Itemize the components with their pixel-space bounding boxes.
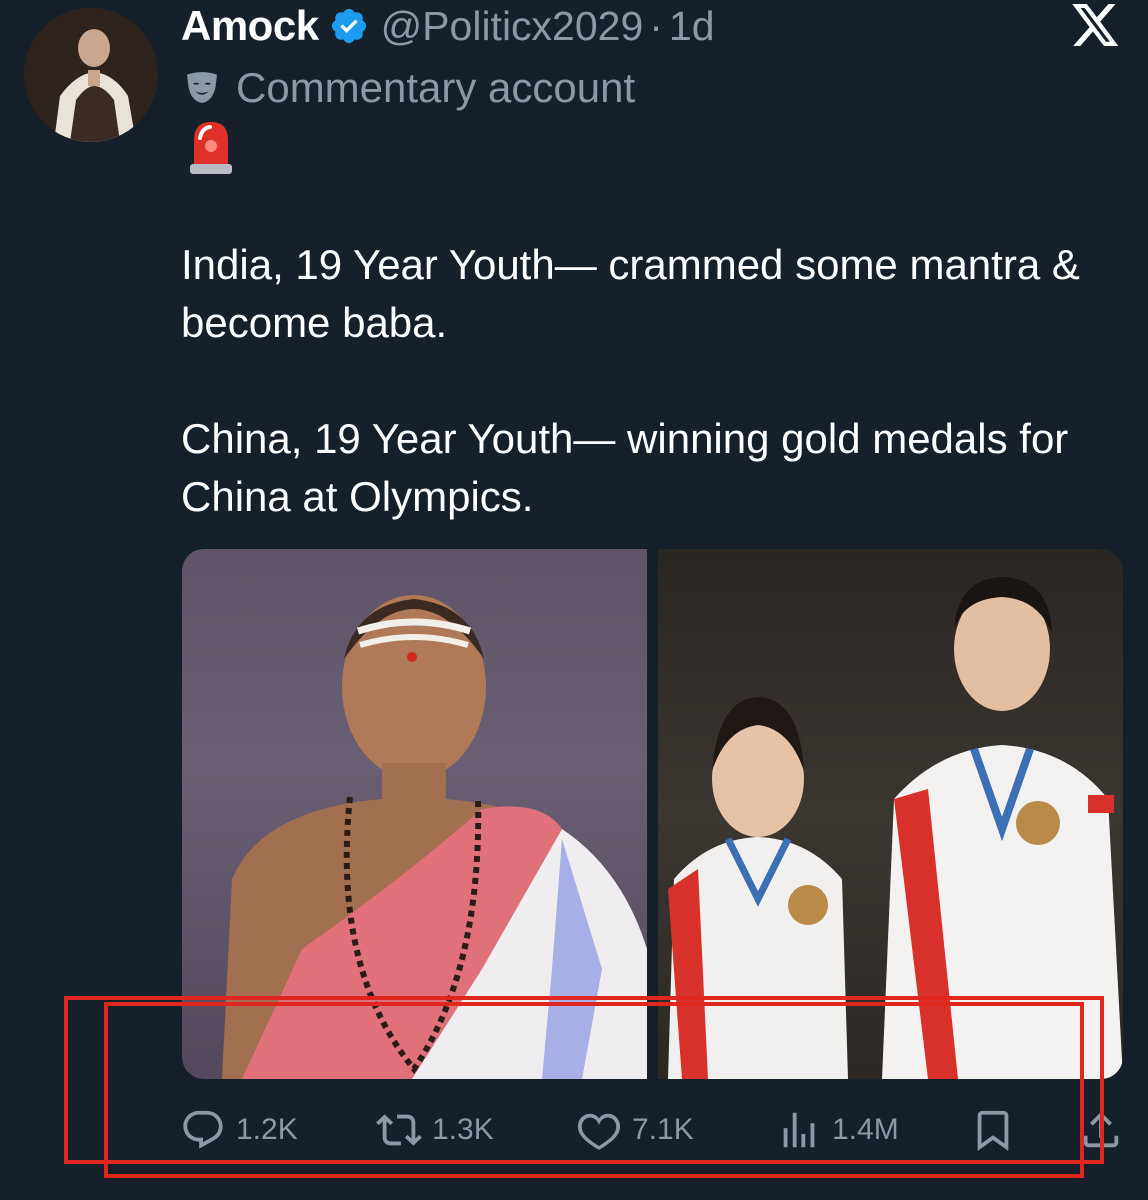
tweet-text: India, 19 Year Youth— crammed some mantr… bbox=[181, 236, 1131, 526]
siren-icon bbox=[186, 118, 236, 176]
avatar-photo bbox=[24, 8, 158, 142]
tweet-header: Amock @Politicx2029 · 1d bbox=[181, 0, 715, 52]
avatar[interactable] bbox=[24, 8, 158, 142]
handle[interactable]: @Politicx2029 bbox=[381, 3, 644, 50]
tweet-paragraph: China, 19 Year Youth— winning gold medal… bbox=[181, 415, 1069, 520]
mask-icon bbox=[182, 68, 222, 108]
verified-badge-icon[interactable] bbox=[329, 6, 369, 46]
display-name[interactable]: Amock bbox=[181, 2, 319, 50]
tweet-paragraph: India, 19 Year Youth— crammed some mantr… bbox=[181, 241, 1080, 346]
highlight-box-inner bbox=[104, 1002, 1084, 1178]
commentary-account-text: Commentary account bbox=[236, 64, 636, 111]
separator-dot: · bbox=[649, 2, 663, 49]
x-logo-icon[interactable] bbox=[1072, 4, 1120, 48]
account-label: Commentary account bbox=[182, 62, 635, 114]
timestamp[interactable]: 1d bbox=[669, 3, 715, 50]
